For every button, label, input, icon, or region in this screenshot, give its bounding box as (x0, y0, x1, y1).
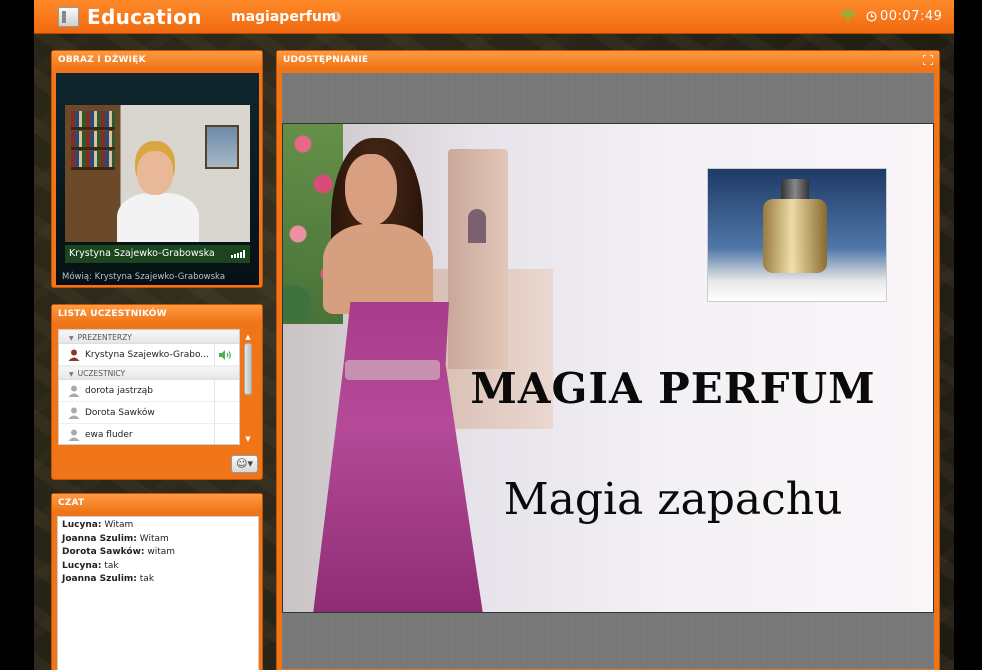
user-icon (68, 407, 80, 419)
chat-message: Joanna Szulim: tak (62, 573, 254, 587)
chat-text: tak (104, 560, 119, 571)
video-panel: OBRAZ I DŹWIĘK Krystyna Szajewko-Grabows… (51, 50, 263, 288)
slide-model-face (345, 154, 397, 226)
presenter-head (137, 151, 173, 195)
chat-author: Lucyna: (62, 560, 102, 571)
group-name: PREZENTERZY (77, 333, 132, 342)
chat-log[interactable]: Lucyna: Witam Joanna Szulim: Witam Dorot… (57, 516, 259, 670)
chat-text: witam (147, 547, 176, 557)
participant-name: ewa fluder (85, 430, 133, 440)
app-window: Education magiaperfum i 00:07:49 OBRAZ I… (34, 0, 954, 670)
list-item[interactable]: dorota jastrząb (59, 380, 239, 402)
speaking-indicator: Mówią: Krystyna Szajewko-Grabowska (62, 272, 226, 282)
presentation-slide: MAGIA PERFUM Magia zapachu (282, 123, 934, 613)
speaker-icon[interactable] (219, 350, 233, 360)
participant-name: Dorota Sawków (85, 408, 155, 418)
chat-message: Dorota Sawków: witam (62, 546, 254, 560)
slide-model-shoulders (323, 224, 433, 314)
scroll-up-icon[interactable]: ▲ (244, 333, 252, 341)
audio-level-icon (231, 250, 245, 258)
slide-title: MAGIA PERFUM (470, 364, 876, 413)
perfume-cap (781, 179, 809, 201)
shelf (71, 147, 115, 150)
slide-model-belt (345, 360, 440, 380)
perfume-bottle (763, 199, 827, 273)
sharing-panel-title: UDOSTĘPNIANIE (283, 55, 369, 65)
scroll-down-icon[interactable]: ▼ (244, 435, 252, 443)
app-title: Education (87, 5, 202, 29)
sharing-panel-header: UDOSTĘPNIANIE (277, 51, 939, 69)
chat-text: Witam (139, 533, 169, 544)
top-bar: Education magiaperfum i 00:07:49 (34, 0, 954, 34)
video-panel-title: OBRAZ I DŹWIĘK (52, 51, 262, 69)
group-header-presenters[interactable]: ▼ PREZENTERZY (59, 330, 239, 344)
bookshelf-row (71, 131, 115, 147)
chat-text: Witam (104, 520, 134, 530)
chat-author: Lucyna: (62, 520, 102, 530)
participants-scrollbar[interactable]: ▲ ▼ (243, 333, 253, 443)
chat-author: Dorota Sawków: (62, 547, 145, 557)
column-divider (214, 344, 215, 366)
list-item[interactable]: Krystyna Szajewko-Grabo... (59, 344, 239, 366)
user-icon (68, 385, 80, 397)
participant-name: dorota jastrząb (85, 386, 154, 396)
list-item[interactable]: Dorota Sawków (59, 402, 239, 424)
shared-content-area: MAGIA PERFUM Magia zapachu (282, 73, 934, 669)
slide-tower-image (448, 149, 508, 369)
info-icon[interactable]: i (331, 12, 341, 22)
camera-caption: Krystyna Szajewko-Grabowska (65, 245, 250, 263)
column-divider (214, 402, 215, 424)
user-icon (68, 429, 80, 441)
chat-message: Joanna Szulim: Witam (62, 533, 254, 547)
camera-caption-text: Krystyna Szajewko-Grabowska (69, 248, 215, 259)
bookshelf-row (71, 111, 115, 127)
participant-name: Krystyna Szajewko-Grabo... (85, 350, 209, 360)
webcam-feed[interactable] (65, 105, 250, 242)
bookshelf-row (71, 151, 115, 167)
group-header-participants[interactable]: ▼ UCZESTNICY (59, 366, 239, 380)
book-icon (58, 7, 79, 27)
scroll-thumb[interactable] (244, 343, 252, 395)
participants-list: ▼ PREZENTERZY Krystyna Szajewko-Grabo... … (58, 329, 240, 445)
clock-icon (866, 11, 877, 22)
wall-picture (205, 125, 239, 169)
collapse-triangle-icon: ▼ (69, 371, 74, 378)
participants-panel: LISTA UCZESTNIKÓW ▼ PREZENTERZY Krystyna … (51, 304, 263, 480)
column-divider (214, 424, 215, 444)
presenter-body (117, 193, 199, 242)
chat-message: Lucyna: Witam (62, 519, 254, 533)
presenter-user-icon (68, 349, 80, 361)
session-timer: 00:07:49 (880, 9, 943, 24)
chat-panel: CZAT Lucyna: Witam Joanna Szulim: Witam … (51, 493, 263, 670)
fullscreen-icon[interactable] (923, 55, 933, 65)
chat-author: Joanna Szulim: (62, 574, 137, 584)
room-name: magiaperfum (231, 9, 337, 25)
emoji-status-button[interactable]: ☺▾ (231, 455, 258, 473)
participants-panel-title: LISTA UCZESTNIKÓW (52, 305, 262, 323)
collapse-triangle-icon: ▼ (69, 335, 74, 342)
sharing-panel: UDOSTĘPNIANIE MAGIA PERFUM Magia zapachu (276, 50, 940, 670)
slide-subtitle: Magia zapachu (503, 474, 843, 525)
wifi-icon (840, 10, 856, 22)
chat-message: Lucyna: tak (62, 560, 254, 574)
slide-perfume-image (707, 168, 887, 302)
video-area: Krystyna Szajewko-Grabowska Mówią: Kryst… (56, 73, 259, 285)
chat-text: tak (139, 574, 155, 584)
list-item[interactable]: ewa fluder (59, 424, 239, 444)
shelf (71, 127, 115, 130)
shelf (71, 167, 115, 170)
group-name: UCZESTNICY (77, 369, 126, 378)
column-divider (214, 380, 215, 402)
chat-author: Joanna Szulim: (62, 533, 137, 544)
chat-panel-title: CZAT (52, 494, 262, 512)
